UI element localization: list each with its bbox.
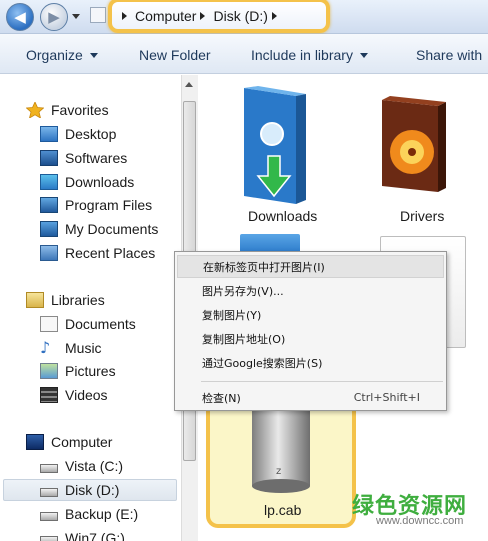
watermark-url: www.downcc.com — [376, 515, 464, 527]
nav-item-label: My Documents — [65, 221, 159, 237]
menu-item-inspect[interactable]: 检查(N) Ctrl+Shift+I — [177, 386, 444, 409]
breadcrumb-arrow-icon[interactable] — [271, 11, 277, 20]
back-arrow-icon: ◀ — [14, 8, 26, 26]
recent-places-icon — [40, 245, 58, 261]
menu-item-save-image-as[interactable]: 图片另存为(V)... — [177, 279, 444, 302]
chevron-down-icon — [89, 53, 98, 58]
menu-item-label: 在新标签页中打开图片(I) — [203, 260, 325, 274]
share-with-button[interactable]: Share with — [416, 47, 482, 63]
new-folder-button[interactable]: New Folder — [139, 47, 211, 63]
drivers-folder-label[interactable]: Drivers — [400, 208, 444, 224]
menu-item-search-google-image[interactable]: 通过Google搜索图片(S) — [177, 351, 444, 374]
nav-item-label: Music — [65, 340, 102, 356]
nav-item-downloads[interactable]: Downloads — [40, 171, 134, 193]
menu-item-label: 图片另存为(V)... — [202, 284, 284, 298]
nav-item-label: Recent Places — [65, 245, 156, 261]
nav-item-desktop[interactable]: Desktop — [40, 123, 116, 145]
documents-icon — [40, 316, 58, 332]
menu-item-label: 通过Google搜索图片(S) — [202, 356, 323, 370]
nav-item-label: Desktop — [65, 126, 117, 142]
breadcrumb-arrow-icon[interactable] — [200, 11, 206, 20]
nav-item-program-files[interactable]: Program Files — [40, 194, 152, 216]
program-files-folder-icon — [40, 197, 58, 213]
scroll-up-arrow-icon[interactable] — [185, 82, 193, 87]
organize-label: Organize — [26, 47, 83, 63]
breadcrumb-computer[interactable]: Computer — [135, 8, 196, 24]
pictures-icon — [40, 363, 58, 379]
cab-file-item[interactable]: z — [246, 406, 316, 501]
include-in-library-label: Include in library — [251, 47, 353, 63]
menu-separator — [201, 381, 443, 382]
nav-computer-label: Computer — [51, 434, 113, 450]
svg-text:z: z — [276, 466, 281, 477]
address-folder-icon — [90, 7, 106, 23]
nav-item-pictures[interactable]: Pictures — [40, 360, 116, 382]
nav-item-label: Downloads — [65, 174, 135, 190]
forward-button[interactable]: ▶ — [40, 3, 68, 31]
downloads-folder-icon — [244, 86, 306, 204]
nav-item-backup-e[interactable]: Backup (E:) — [40, 503, 138, 525]
menu-item-label: 复制图片(Y) — [202, 308, 262, 322]
drive-icon — [40, 464, 58, 473]
include-in-library-button[interactable]: Include in library — [251, 47, 368, 63]
nav-libraries-label: Libraries — [51, 292, 105, 308]
cab-file-label[interactable]: lp.cab — [264, 502, 301, 518]
nav-item-label: Softwares — [65, 150, 128, 166]
nav-item-recent-places[interactable]: Recent Places — [40, 242, 155, 264]
nav-item-label: Videos — [65, 387, 108, 403]
nav-item-label: Documents — [65, 316, 136, 332]
softwares-folder-icon — [40, 150, 58, 166]
nav-item-label: Win7 (G:) — [65, 530, 125, 541]
nav-item-label: Program Files — [65, 197, 153, 213]
nav-computer[interactable]: Computer — [26, 431, 112, 453]
downloads-folder-label[interactable]: Downloads — [248, 208, 317, 224]
nav-item-documents[interactable]: Documents — [40, 313, 136, 335]
address-bar[interactable]: Computer Disk (D:) — [108, 0, 330, 33]
breadcrumb-arrow-icon[interactable] — [122, 11, 127, 20]
nav-item-label: Pictures — [65, 363, 116, 379]
nav-item-disk-d[interactable]: Disk (D:) — [3, 479, 177, 501]
nav-item-label: Vista (C:) — [65, 458, 124, 474]
nav-item-label: Disk (D:) — [65, 482, 120, 498]
downloads-folder-icon — [40, 174, 58, 190]
forward-arrow-icon: ▶ — [48, 8, 60, 26]
nav-item-label: Backup (E:) — [65, 506, 139, 522]
star-icon — [25, 101, 45, 119]
nav-item-win7-g[interactable]: Win7 (G:) — [40, 527, 125, 541]
nav-item-videos[interactable]: Videos — [40, 384, 108, 406]
menu-item-label: 复制图片地址(O) — [202, 332, 286, 346]
menu-item-copy-image-address[interactable]: 复制图片地址(O) — [177, 327, 444, 350]
menu-item-open-image-new-tab[interactable]: 在新标签页中打开图片(I) — [177, 255, 444, 278]
breadcrumb-disk-d[interactable]: Disk (D:) — [213, 8, 267, 24]
videos-film-icon — [40, 387, 58, 403]
chevron-down-icon — [359, 53, 368, 58]
drivers-box-icon — [382, 96, 446, 192]
downloads-folder-item[interactable] — [236, 84, 314, 211]
nav-item-my-documents[interactable]: My Documents — [40, 218, 158, 240]
cab-cylinder-icon: z — [252, 410, 310, 493]
recent-pages-dropdown-icon[interactable] — [72, 14, 80, 19]
my-documents-folder-icon — [40, 221, 58, 237]
desktop-icon — [40, 126, 58, 142]
nav-item-vista-c[interactable]: Vista (C:) — [40, 455, 123, 477]
organize-button[interactable]: Organize — [26, 47, 98, 63]
nav-item-softwares[interactable]: Softwares — [40, 147, 127, 169]
menu-item-copy-image[interactable]: 复制图片(Y) — [177, 303, 444, 326]
libraries-icon — [26, 292, 44, 308]
computer-monitor-icon — [26, 434, 44, 450]
drive-icon — [40, 512, 58, 521]
nav-item-music[interactable]: ♪ Music — [40, 337, 102, 359]
menu-item-shortcut: Ctrl+Shift+I — [353, 391, 420, 404]
drivers-folder-item[interactable] — [372, 96, 450, 201]
nav-favorites-label: Favorites — [51, 102, 109, 118]
menu-item-label: 检查(N) — [202, 391, 241, 405]
context-menu: 在新标签页中打开图片(I) 图片另存为(V)... 复制图片(Y) 复制图片地址… — [174, 251, 447, 411]
nav-libraries[interactable]: Libraries — [26, 289, 105, 311]
back-button[interactable]: ◀ — [6, 3, 34, 31]
nav-favorites[interactable]: Favorites — [25, 99, 109, 121]
music-note-icon: ♪ — [40, 338, 51, 357]
drive-icon — [40, 536, 58, 541]
drive-icon — [40, 488, 58, 497]
